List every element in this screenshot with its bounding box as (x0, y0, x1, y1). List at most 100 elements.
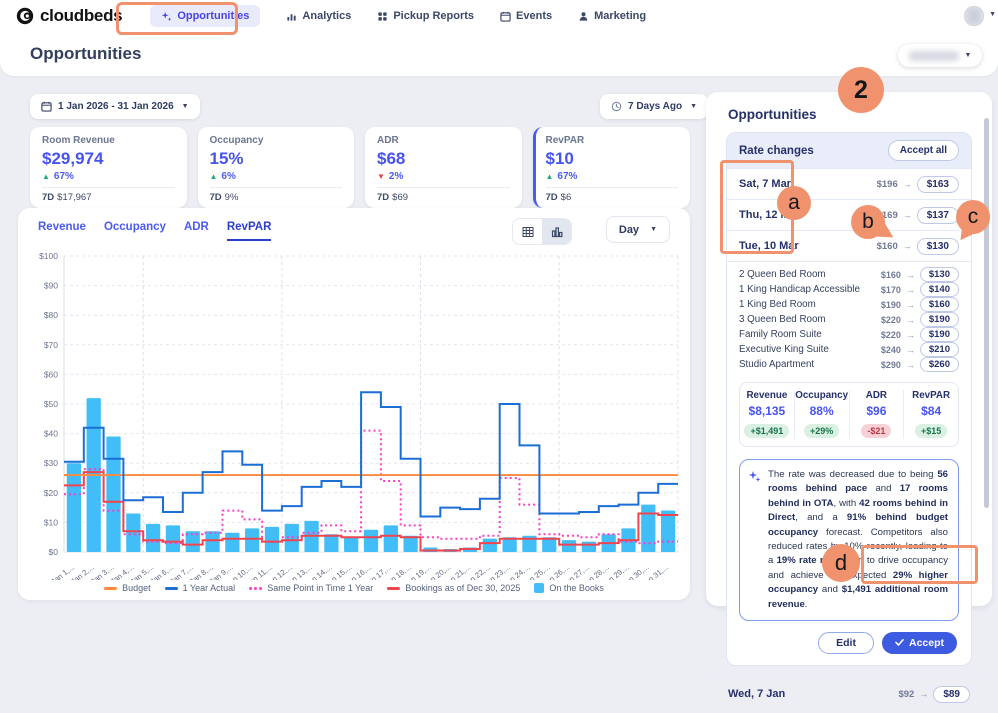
rate-change-prices: $196→$163 (877, 176, 959, 193)
annotation-c: c (956, 200, 990, 234)
kpi-prev-label: 7D (546, 192, 558, 203)
new-price-pill[interactable]: $163 (917, 176, 959, 193)
room-name: 3 Queen Bed Room (739, 314, 826, 325)
metric-value: $96 (850, 404, 904, 418)
accept-all-button[interactable]: Accept all (888, 140, 959, 161)
granularity-selector[interactable]: Day ▼ (606, 216, 670, 243)
new-price-pill[interactable]: $190 (920, 327, 959, 342)
next-day-row[interactable]: Wed, 7 Jan $92 → $89 (706, 675, 992, 713)
revpar-chart[interactable]: $0$10$20$30$40$50$60$70$80$90$100Jan 1,.… (28, 250, 688, 580)
metric-delta-badge: -$21 (861, 424, 891, 438)
accept-button[interactable]: Accept (882, 632, 957, 654)
page-title: Opportunities (30, 32, 141, 76)
old-price: $170 (881, 285, 901, 295)
new-price-pill[interactable]: $130 (920, 267, 959, 282)
chart-tab-revenue[interactable]: Revenue (38, 221, 86, 241)
new-price-pill[interactable]: $190 (920, 312, 959, 327)
new-price-pill[interactable]: $210 (920, 342, 959, 357)
old-price: $220 (881, 315, 901, 325)
chevron-down-icon: ▼ (650, 226, 657, 233)
kpi-previous-value: 7D$6 (546, 192, 679, 203)
metric-label: Revenue (740, 390, 794, 401)
kpi-card-occupancy[interactable]: Occupancy15%▲6%7D9% (198, 127, 355, 208)
divider (546, 187, 679, 188)
kpi-label: Room Revenue (42, 135, 175, 146)
metric-delta-badge: +$1,491 (744, 424, 789, 438)
kpi-card-room-revenue[interactable]: Room Revenue$29,974▲67%7D$17,967 (30, 127, 187, 208)
panel-scrollbar[interactable] (984, 118, 989, 508)
new-price-pill[interactable]: $260 (920, 357, 959, 372)
kpi-prev-amount: $17,967 (57, 192, 91, 203)
kpi-change: ▲67% (546, 171, 679, 182)
compare-period-selector[interactable]: 7 Days Ago ▼ (600, 94, 708, 119)
chart-tab-adr[interactable]: ADR (184, 221, 209, 241)
chevron-down-icon: ▼ (690, 103, 697, 110)
nav-item-pickup-reports[interactable]: Pickup Reports (377, 5, 474, 27)
new-price-pill[interactable]: $137 (917, 207, 959, 224)
metric-revenue: Revenue $8,135 +$1,491 (740, 390, 794, 439)
metric-delta-badge: +29% (804, 424, 839, 438)
cloudbeds-logo[interactable]: cloudbeds (16, 6, 122, 26)
nav-item-events[interactable]: Events (500, 5, 552, 27)
new-price-pill[interactable]: $160 (920, 297, 959, 312)
nav-item-label: Pickup Reports (393, 10, 474, 22)
room-rate-row: 2 Queen Bed Room$160→$130 (739, 267, 959, 282)
kpi-change-value: 6% (221, 171, 235, 182)
room-prices: $170→$140 (881, 282, 959, 297)
kpi-prev-label: 7D (42, 192, 54, 203)
next-day-prices: $92 → $89 (898, 686, 970, 703)
kpi-card-adr[interactable]: ADR$68▼2%7D$69 (365, 127, 522, 208)
forecast-metrics: Revenue$8,135+$1,491Occupancy88%+29%ADR$… (739, 382, 959, 447)
svg-text:$80: $80 (44, 310, 58, 320)
metric-label: ADR (850, 390, 904, 401)
trend-up-icon: ▲ (210, 172, 218, 181)
old-price: $160 (877, 241, 898, 252)
calendar-icon (41, 101, 52, 112)
trend-up-icon: ▲ (42, 172, 50, 181)
metric-value: $8,135 (740, 404, 794, 418)
new-price-pill[interactable]: $89 (933, 686, 970, 703)
kpi-change-value: 2% (389, 171, 403, 182)
date-range-selector[interactable]: 1 Jan 2026 - 31 Jan 2026 ▼ (30, 94, 200, 119)
old-price: $190 (881, 300, 901, 310)
check-icon (895, 638, 904, 647)
nav-item-marketing[interactable]: Marketing (578, 5, 646, 27)
rate-change-prices: $169→$137 (877, 207, 959, 224)
arrow-right-icon: → (906, 270, 915, 280)
edit-button[interactable]: Edit (818, 632, 874, 654)
divider (42, 187, 175, 188)
room-prices: $220→$190 (881, 327, 959, 342)
chart-tab-revpar[interactable]: RevPAR (227, 221, 272, 241)
table-view-button[interactable] (513, 219, 542, 244)
legend-line-swatch (165, 587, 178, 590)
annotation-box-nav (116, 2, 238, 35)
new-price-pill[interactable]: $140 (920, 282, 959, 297)
annotation-a: a (777, 186, 811, 220)
svg-text:$10: $10 (44, 517, 58, 527)
kpi-label: RevPAR (546, 135, 679, 146)
svg-text:$40: $40 (44, 429, 58, 439)
avatar-chevron-down-icon[interactable]: ▼ (989, 11, 996, 18)
arrow-right-icon: → (903, 179, 912, 189)
chart-view-button[interactable] (542, 219, 571, 244)
rate-actions: Edit Accept (739, 632, 957, 654)
legend-line-swatch (104, 587, 117, 590)
kpi-previous-value: 7D$69 (377, 192, 510, 203)
property-selector[interactable]: ▼ (898, 44, 982, 67)
metric-label: Occupancy (795, 390, 849, 401)
nav-item-label: Marketing (594, 10, 646, 22)
kpi-change: ▲6% (210, 171, 343, 182)
redacted-property-name (909, 51, 959, 61)
user-avatar[interactable] (964, 6, 984, 26)
chart-tab-occupancy[interactable]: Occupancy (104, 221, 166, 241)
kpi-card-revpar[interactable]: RevPAR$10▲67%7D$6 (533, 127, 691, 208)
chart-metric-tabs: Revenue Occupancy ADR RevPAR (38, 221, 271, 241)
annotation-d: d (822, 544, 860, 582)
arrow-right-icon: → (903, 210, 912, 220)
nav-item-analytics[interactable]: Analytics (286, 5, 351, 27)
kpi-change: ▲67% (42, 171, 175, 182)
room-prices: $240→$210 (881, 342, 959, 357)
room-name: Executive King Suite (739, 344, 829, 355)
svg-text:$100: $100 (39, 251, 58, 261)
new-price-pill[interactable]: $130 (917, 238, 959, 255)
